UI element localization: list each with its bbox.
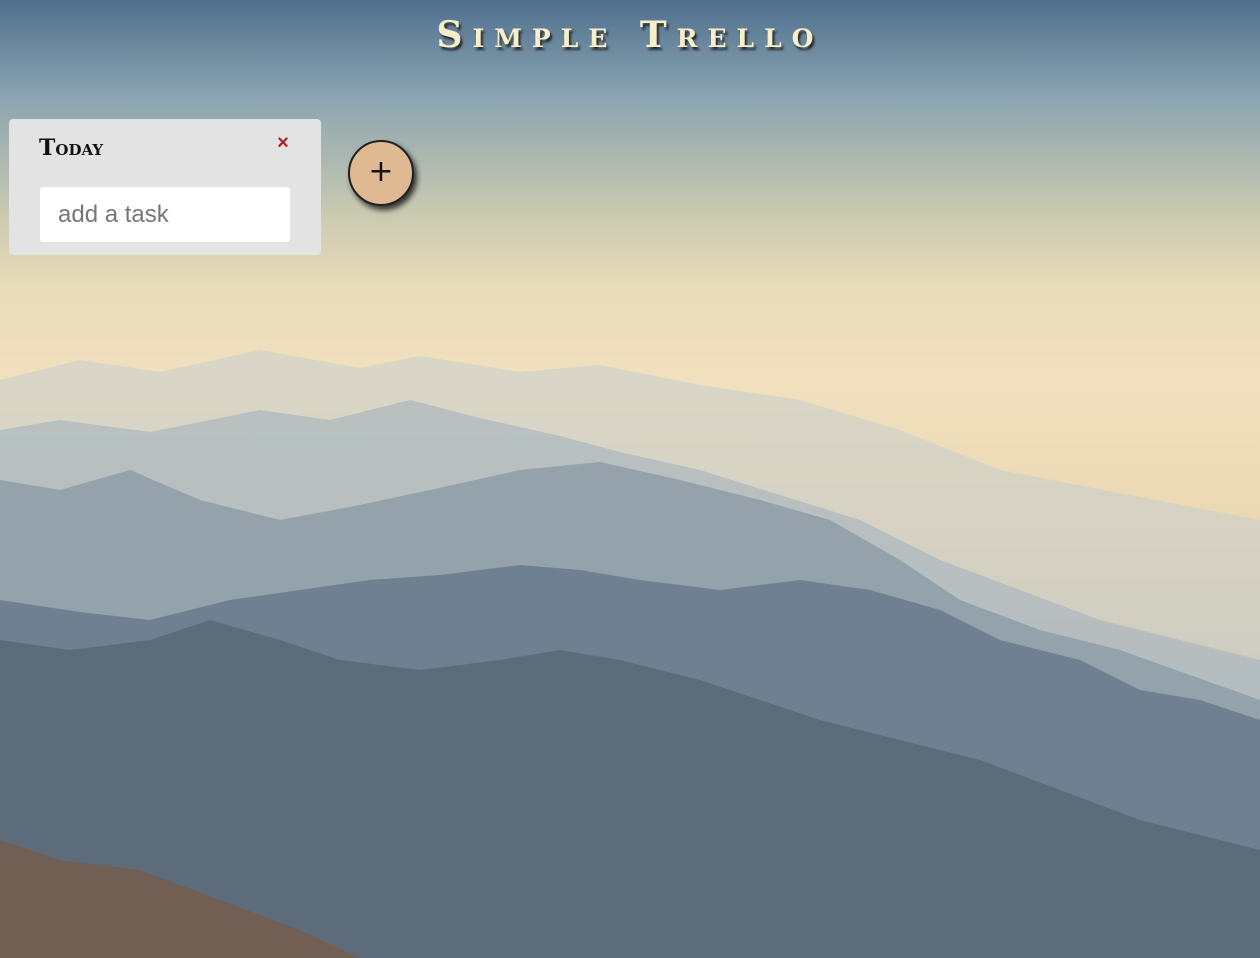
- add-task-input[interactable]: [40, 187, 290, 242]
- list-title[interactable]: Today: [39, 135, 103, 161]
- close-icon[interactable]: ×: [273, 133, 293, 153]
- app-title: Simple Trello: [436, 14, 824, 56]
- add-list-button[interactable]: +: [348, 140, 414, 206]
- list-card-today: Today ×: [9, 119, 321, 255]
